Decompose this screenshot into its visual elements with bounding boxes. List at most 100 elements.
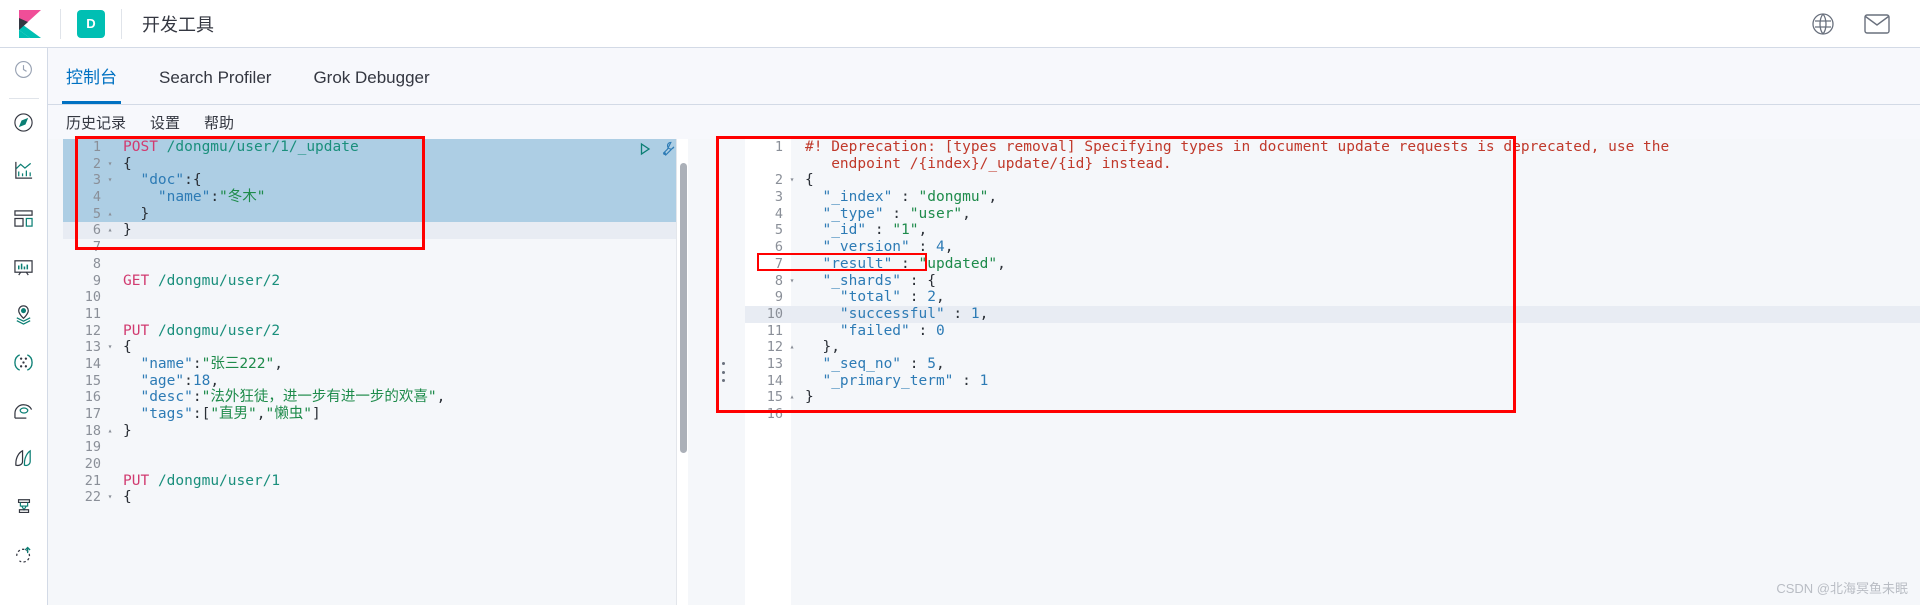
fold-toggle-icon[interactable]: ▴ — [787, 389, 797, 406]
editor-line: 15 ▴} — [745, 389, 1920, 406]
code-text: "result" : "updated", — [822, 255, 1006, 272]
fold-toggle-icon[interactable]: ▾ — [787, 273, 797, 290]
fold-toggle-icon[interactable]: ▾ — [105, 172, 115, 189]
sidebar-item-uptime[interactable] — [0, 533, 48, 581]
line-number: 7 — [774, 255, 783, 272]
code-text: "_id" : "1", — [822, 222, 928, 239]
code-text: } — [123, 205, 150, 222]
fold-toggle-icon[interactable]: ▴ — [105, 423, 115, 440]
fold-toggle-icon — [105, 406, 115, 423]
fold-toggle-icon — [105, 139, 115, 156]
code-text: "age":18, — [140, 372, 220, 389]
sidebar-item-recently-viewed[interactable] — [0, 48, 48, 96]
tab-grok-debugger[interactable]: Grok Debugger — [313, 68, 429, 104]
sidebar-item-logs[interactable] — [0, 437, 48, 485]
line-number: 9 — [774, 289, 783, 306]
apm-icon — [14, 497, 34, 522]
line-number: 4 — [774, 205, 783, 222]
fold-toggle-icon — [787, 156, 797, 173]
fold-toggle-icon[interactable]: ▾ — [787, 172, 797, 189]
fold-toggle-icon[interactable]: ▴ — [787, 339, 797, 356]
line-number: 16 — [766, 406, 783, 422]
editor-line: 15 "age":18, — [63, 373, 688, 390]
sidebar-item-canvas[interactable] — [0, 245, 48, 293]
line-number: 11 — [84, 305, 101, 322]
sidebar-item-dashboard[interactable] — [0, 197, 48, 245]
editor-line: 5 "_id" : "1", — [745, 222, 1920, 239]
code-text: } — [805, 389, 814, 406]
line-number: 18 — [84, 422, 101, 439]
code-text: POST /dongmu/user/1/_update — [123, 139, 359, 155]
code-text: #! Deprecation: [types removal] Specifyi… — [805, 139, 1670, 155]
editor-line: 16 "desc":"法外狂徒，进一步有进一步的欢喜", — [63, 389, 688, 406]
space-avatar[interactable]: D — [77, 9, 105, 38]
sidebar-item-visualize[interactable] — [0, 149, 48, 197]
fold-toggle-icon — [787, 139, 797, 156]
kibana-logo-icon[interactable] — [0, 0, 60, 47]
fold-toggle-icon — [105, 389, 115, 406]
fold-toggle-icon[interactable]: ▴ — [105, 222, 115, 239]
fold-toggle-icon — [105, 239, 115, 256]
tab-search-profiler[interactable]: Search Profiler — [159, 68, 271, 104]
wrench-icon[interactable] — [661, 141, 676, 161]
editor-line: 22 ▾ { — [63, 489, 688, 506]
code-text: "_primary_term" : 1 — [822, 372, 989, 389]
editor-line: 6 "_version" : 4, — [745, 239, 1920, 256]
mail-icon[interactable] — [1864, 11, 1890, 37]
help-circle-icon[interactable] — [1810, 11, 1836, 37]
editor-line: 18 ▴} — [63, 423, 688, 440]
editor-line: 9 GET /dongmu/user/2 — [63, 273, 688, 290]
editor-line: 8 — [63, 256, 688, 273]
line-number: 11 — [766, 322, 783, 339]
map-marker-layers-icon — [13, 304, 34, 330]
code-text: "doc":{ — [140, 172, 202, 189]
sidebar-item-discover[interactable] — [0, 101, 48, 149]
devtools-tabs: 控制台 Search Profiler Grok Debugger — [48, 48, 1920, 105]
fold-toggle-icon[interactable]: ▾ — [105, 156, 115, 173]
editor-line: 7 "result" : "updated", — [745, 256, 1920, 273]
line-number: 10 — [766, 305, 783, 322]
page-title: 开发工具 — [142, 14, 214, 35]
menu-item-settings[interactable]: 设置 — [150, 112, 180, 133]
menu-item-history[interactable]: 历史记录 — [66, 112, 126, 133]
pane-splitter[interactable] — [703, 139, 745, 605]
sidebar-item-apm[interactable] — [0, 485, 48, 533]
fold-toggle-icon[interactable]: ▾ — [105, 339, 115, 356]
line-number: 14 — [766, 372, 783, 389]
fold-toggle-icon[interactable]: ▴ — [105, 206, 115, 223]
line-number: 13 — [84, 339, 101, 356]
line-number: 16 — [84, 389, 101, 406]
request-scrollbar[interactable] — [676, 139, 688, 605]
fold-toggle-icon — [787, 306, 797, 323]
code-text: "total" : 2, — [839, 289, 945, 306]
code-text: "_version" : 4, — [822, 239, 954, 256]
fold-toggle-icon — [105, 273, 115, 290]
menu-item-help[interactable]: 帮助 — [204, 112, 234, 133]
code-text: { — [805, 172, 814, 189]
code-text: }, — [805, 339, 840, 356]
request-editor[interactable]: 1 POST /dongmu/user/1/_update 2 ▾{3 ▾ "doc":… — [63, 139, 688, 605]
sidebar-item-maps[interactable] — [0, 293, 48, 341]
console-split-area: 1 POST /dongmu/user/1/_update 2 ▾{3 ▾ "doc":… — [48, 139, 1920, 605]
request-scrollbar-thumb[interactable] — [680, 163, 687, 453]
presentation-icon — [13, 257, 34, 281]
play-triangle-icon[interactable] — [638, 142, 652, 161]
editor-line: 2 ▾ { — [745, 172, 1920, 189]
sidebar-item-machine-learning[interactable] — [0, 341, 48, 389]
sidebar-item-infrastructure[interactable] — [0, 389, 48, 437]
code-text: { — [123, 155, 132, 172]
fold-toggle-icon[interactable]: ▾ — [105, 489, 115, 506]
editor-line: 3 "_index" : "dongmu", — [745, 189, 1920, 206]
code-text: "_seq_no" : 5, — [822, 355, 945, 372]
tab-console[interactable]: 控制台 — [62, 63, 121, 104]
response-viewer[interactable]: 1 #! Deprecation: [types removal] Specify… — [745, 139, 1920, 605]
request-editor-lines[interactable]: 1 POST /dongmu/user/1/_update 2 ▾{3 ▾ "doc":… — [63, 139, 688, 506]
editor-line: 1 POST /dongmu/user/1/_update — [63, 139, 688, 156]
code-text: PUT /dongmu/user/2 — [123, 322, 281, 339]
line-number: 13 — [766, 355, 783, 372]
editor-line: 19 — [63, 439, 688, 456]
code-text: "successful" : 1, — [839, 305, 989, 322]
